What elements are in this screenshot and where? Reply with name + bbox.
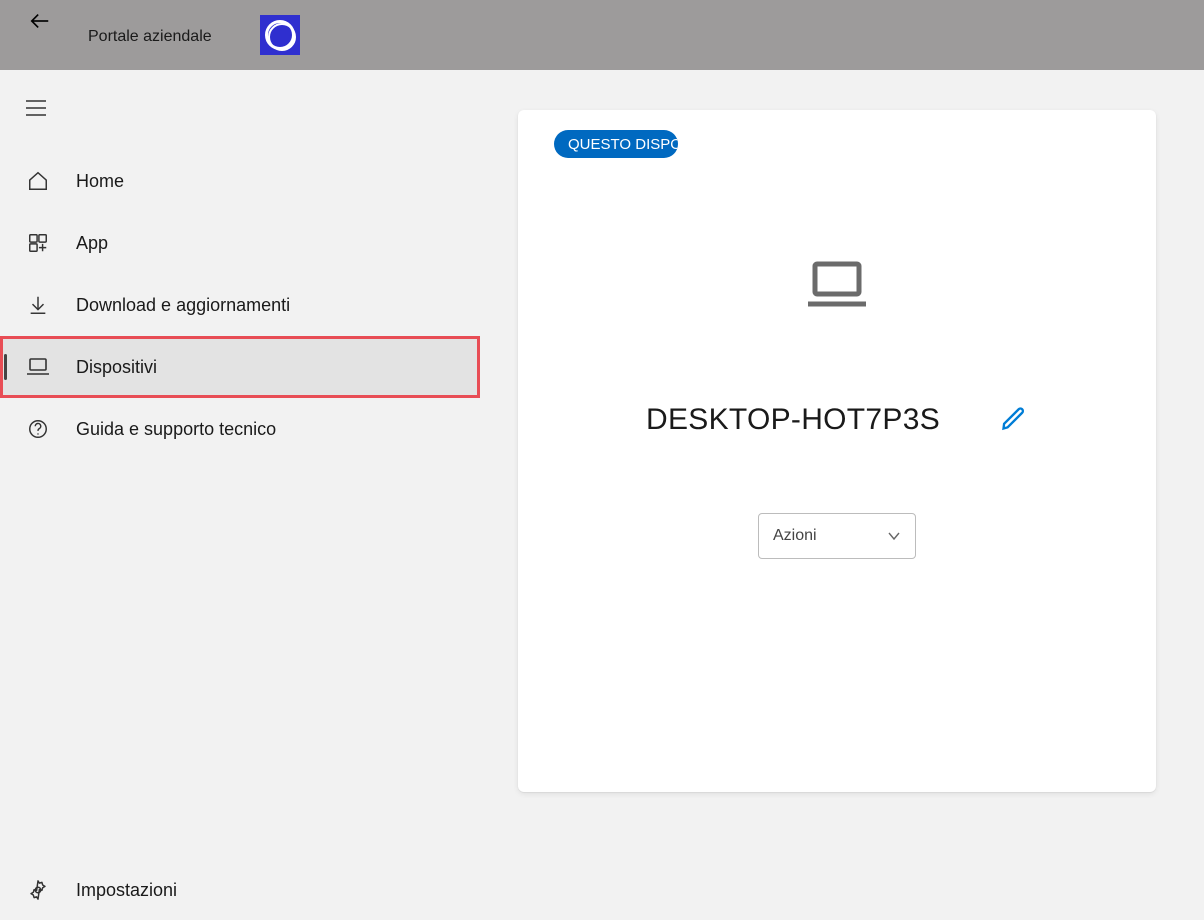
gear-icon (24, 876, 52, 904)
nav-list: Home App (0, 150, 480, 460)
nav-item-devices[interactable]: Dispositivi (0, 336, 480, 398)
device-laptop-icon (805, 260, 869, 315)
device-name: DESKTOP-HOT7P3S (646, 403, 940, 437)
settings-label: Impostazioni (76, 880, 177, 901)
nav-item-label: App (76, 233, 108, 254)
back-button[interactable] (24, 5, 56, 37)
home-icon (24, 167, 52, 195)
download-icon (24, 291, 52, 319)
nav-item-label: Download e aggiornamenti (76, 295, 290, 316)
pencil-icon (1000, 404, 1028, 432)
nav-item-label: Home (76, 171, 124, 192)
arrow-left-icon (29, 10, 51, 32)
nav-item-settings[interactable]: Impostazioni (0, 860, 480, 920)
titlebar: Portale aziendale (0, 0, 1204, 70)
this-device-badge: QUESTO DISPO (554, 130, 678, 158)
nav-item-apps[interactable]: App (0, 212, 480, 274)
actions-dropdown[interactable]: Azioni (758, 513, 916, 559)
main-panel: QUESTO DISPO DESKTOP-HOT7P3S (480, 70, 1204, 920)
nav-item-downloads[interactable]: Download e aggiornamenti (0, 274, 480, 336)
nav-item-help[interactable]: Guida e supporto tecnico (0, 398, 480, 460)
hamburger-button[interactable] (12, 84, 60, 132)
hamburger-icon (25, 99, 47, 117)
chevron-down-icon (887, 531, 901, 541)
nav-item-label: Dispositivi (76, 357, 157, 378)
help-icon (24, 415, 52, 443)
actions-dropdown-label: Azioni (773, 527, 817, 545)
sidebar: Home App (0, 70, 480, 920)
nav-item-home[interactable]: Home (0, 150, 480, 212)
app-title: Portale aziendale (88, 28, 212, 46)
apps-icon (24, 229, 52, 257)
app-logo (260, 15, 300, 55)
edit-device-name-button[interactable] (1000, 404, 1028, 437)
nav-item-label: Guida e supporto tecnico (76, 419, 276, 440)
laptop-icon (24, 353, 52, 381)
device-card: QUESTO DISPO DESKTOP-HOT7P3S (518, 110, 1156, 792)
